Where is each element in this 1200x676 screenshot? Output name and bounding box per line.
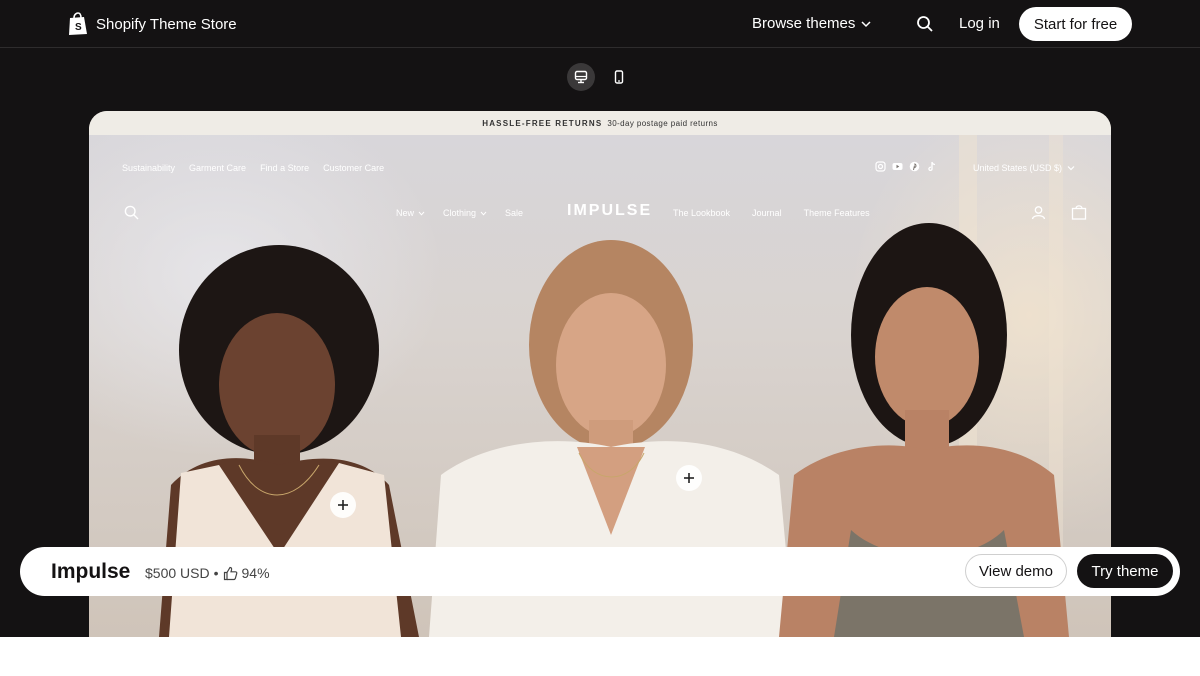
currency-selector[interactable]: United States (USD $) xyxy=(973,163,1075,173)
announcement-bar: HASSLE-FREE RETURNS 30-day postage paid … xyxy=(89,111,1111,135)
account-icon[interactable] xyxy=(1031,205,1046,220)
brand-name: Shopify Theme Store xyxy=(96,15,237,33)
mobile-view-toggle[interactable] xyxy=(605,63,633,91)
utility-links: Sustainability Garment Care Find a Store… xyxy=(122,163,384,173)
plus-icon xyxy=(338,500,348,510)
plus-icon xyxy=(684,473,694,483)
social-links xyxy=(875,161,937,172)
tiktok-icon[interactable] xyxy=(926,161,937,172)
store-nav-new[interactable]: New xyxy=(396,208,425,218)
utility-link-garment-care[interactable]: Garment Care xyxy=(189,163,246,173)
store-search-icon[interactable] xyxy=(124,205,139,220)
product-hotspot[interactable] xyxy=(676,465,702,491)
store-nav-right: The Lookbook Journal Theme Features xyxy=(673,208,870,218)
product-hotspot[interactable] xyxy=(330,492,356,518)
meta-separator: • xyxy=(213,565,219,581)
chevron-down-icon xyxy=(861,20,871,27)
thumbs-up-icon xyxy=(223,566,237,580)
theme-rating: 94% xyxy=(241,565,270,581)
theme-name: Impulse xyxy=(51,560,131,583)
youtube-icon[interactable] xyxy=(892,161,903,172)
currency-label: United States (USD $) xyxy=(973,163,1063,173)
login-link[interactable]: Log in xyxy=(959,15,1000,32)
search-icon[interactable] xyxy=(916,15,934,33)
theme-info-bar: Impulse $500 USD • 94% View demo Try the… xyxy=(20,547,1180,596)
chevron-down-icon xyxy=(418,211,425,216)
cart-icon[interactable] xyxy=(1071,204,1087,220)
announcement-text: 30-day postage paid returns xyxy=(607,118,718,128)
store-nav-lookbook[interactable]: The Lookbook xyxy=(673,208,730,218)
desktop-icon xyxy=(574,70,588,84)
store-nav-journal[interactable]: Journal xyxy=(752,208,782,218)
desktop-view-toggle[interactable] xyxy=(567,63,595,91)
instagram-icon[interactable] xyxy=(875,161,886,172)
chevron-down-icon xyxy=(1067,166,1075,171)
store-nav-left: New Clothing Sale xyxy=(396,208,523,218)
announcement-bold: HASSLE-FREE RETURNS xyxy=(482,118,603,128)
theme-price: $500 USD xyxy=(145,565,210,581)
brand-link[interactable]: S Shopify Theme Store xyxy=(67,12,237,36)
store-logo[interactable]: IMPULSE xyxy=(567,202,652,220)
store-nav-sale[interactable]: Sale xyxy=(505,208,523,218)
try-theme-button[interactable]: Try theme xyxy=(1077,554,1173,588)
start-for-free-button[interactable]: Start for free xyxy=(1019,7,1132,41)
utility-link-sustainability[interactable]: Sustainability xyxy=(122,163,175,173)
mobile-icon xyxy=(614,70,624,84)
utility-link-find-a-store[interactable]: Find a Store xyxy=(260,163,309,173)
store-nav-new-label: New xyxy=(396,208,415,218)
utility-link-customer-care[interactable]: Customer Care xyxy=(323,163,384,173)
page: S Shopify Theme Store Browse themes Log … xyxy=(0,0,1200,676)
svg-text:S: S xyxy=(75,22,82,33)
theme-meta: $500 USD • 94% xyxy=(145,565,270,581)
store-nav-theme-features[interactable]: Theme Features xyxy=(804,208,870,218)
browse-themes-menu[interactable]: Browse themes xyxy=(752,15,871,32)
shopify-bag-icon: S xyxy=(69,12,87,35)
pinterest-icon[interactable] xyxy=(909,161,920,172)
chevron-down-icon xyxy=(480,211,487,216)
browse-themes-label: Browse themes xyxy=(752,15,856,32)
store-nav-clothing-label: Clothing xyxy=(443,208,477,218)
view-demo-button[interactable]: View demo xyxy=(965,554,1067,588)
top-nav: S Shopify Theme Store Browse themes Log … xyxy=(0,0,1200,48)
store-nav-clothing[interactable]: Clothing xyxy=(443,208,487,218)
